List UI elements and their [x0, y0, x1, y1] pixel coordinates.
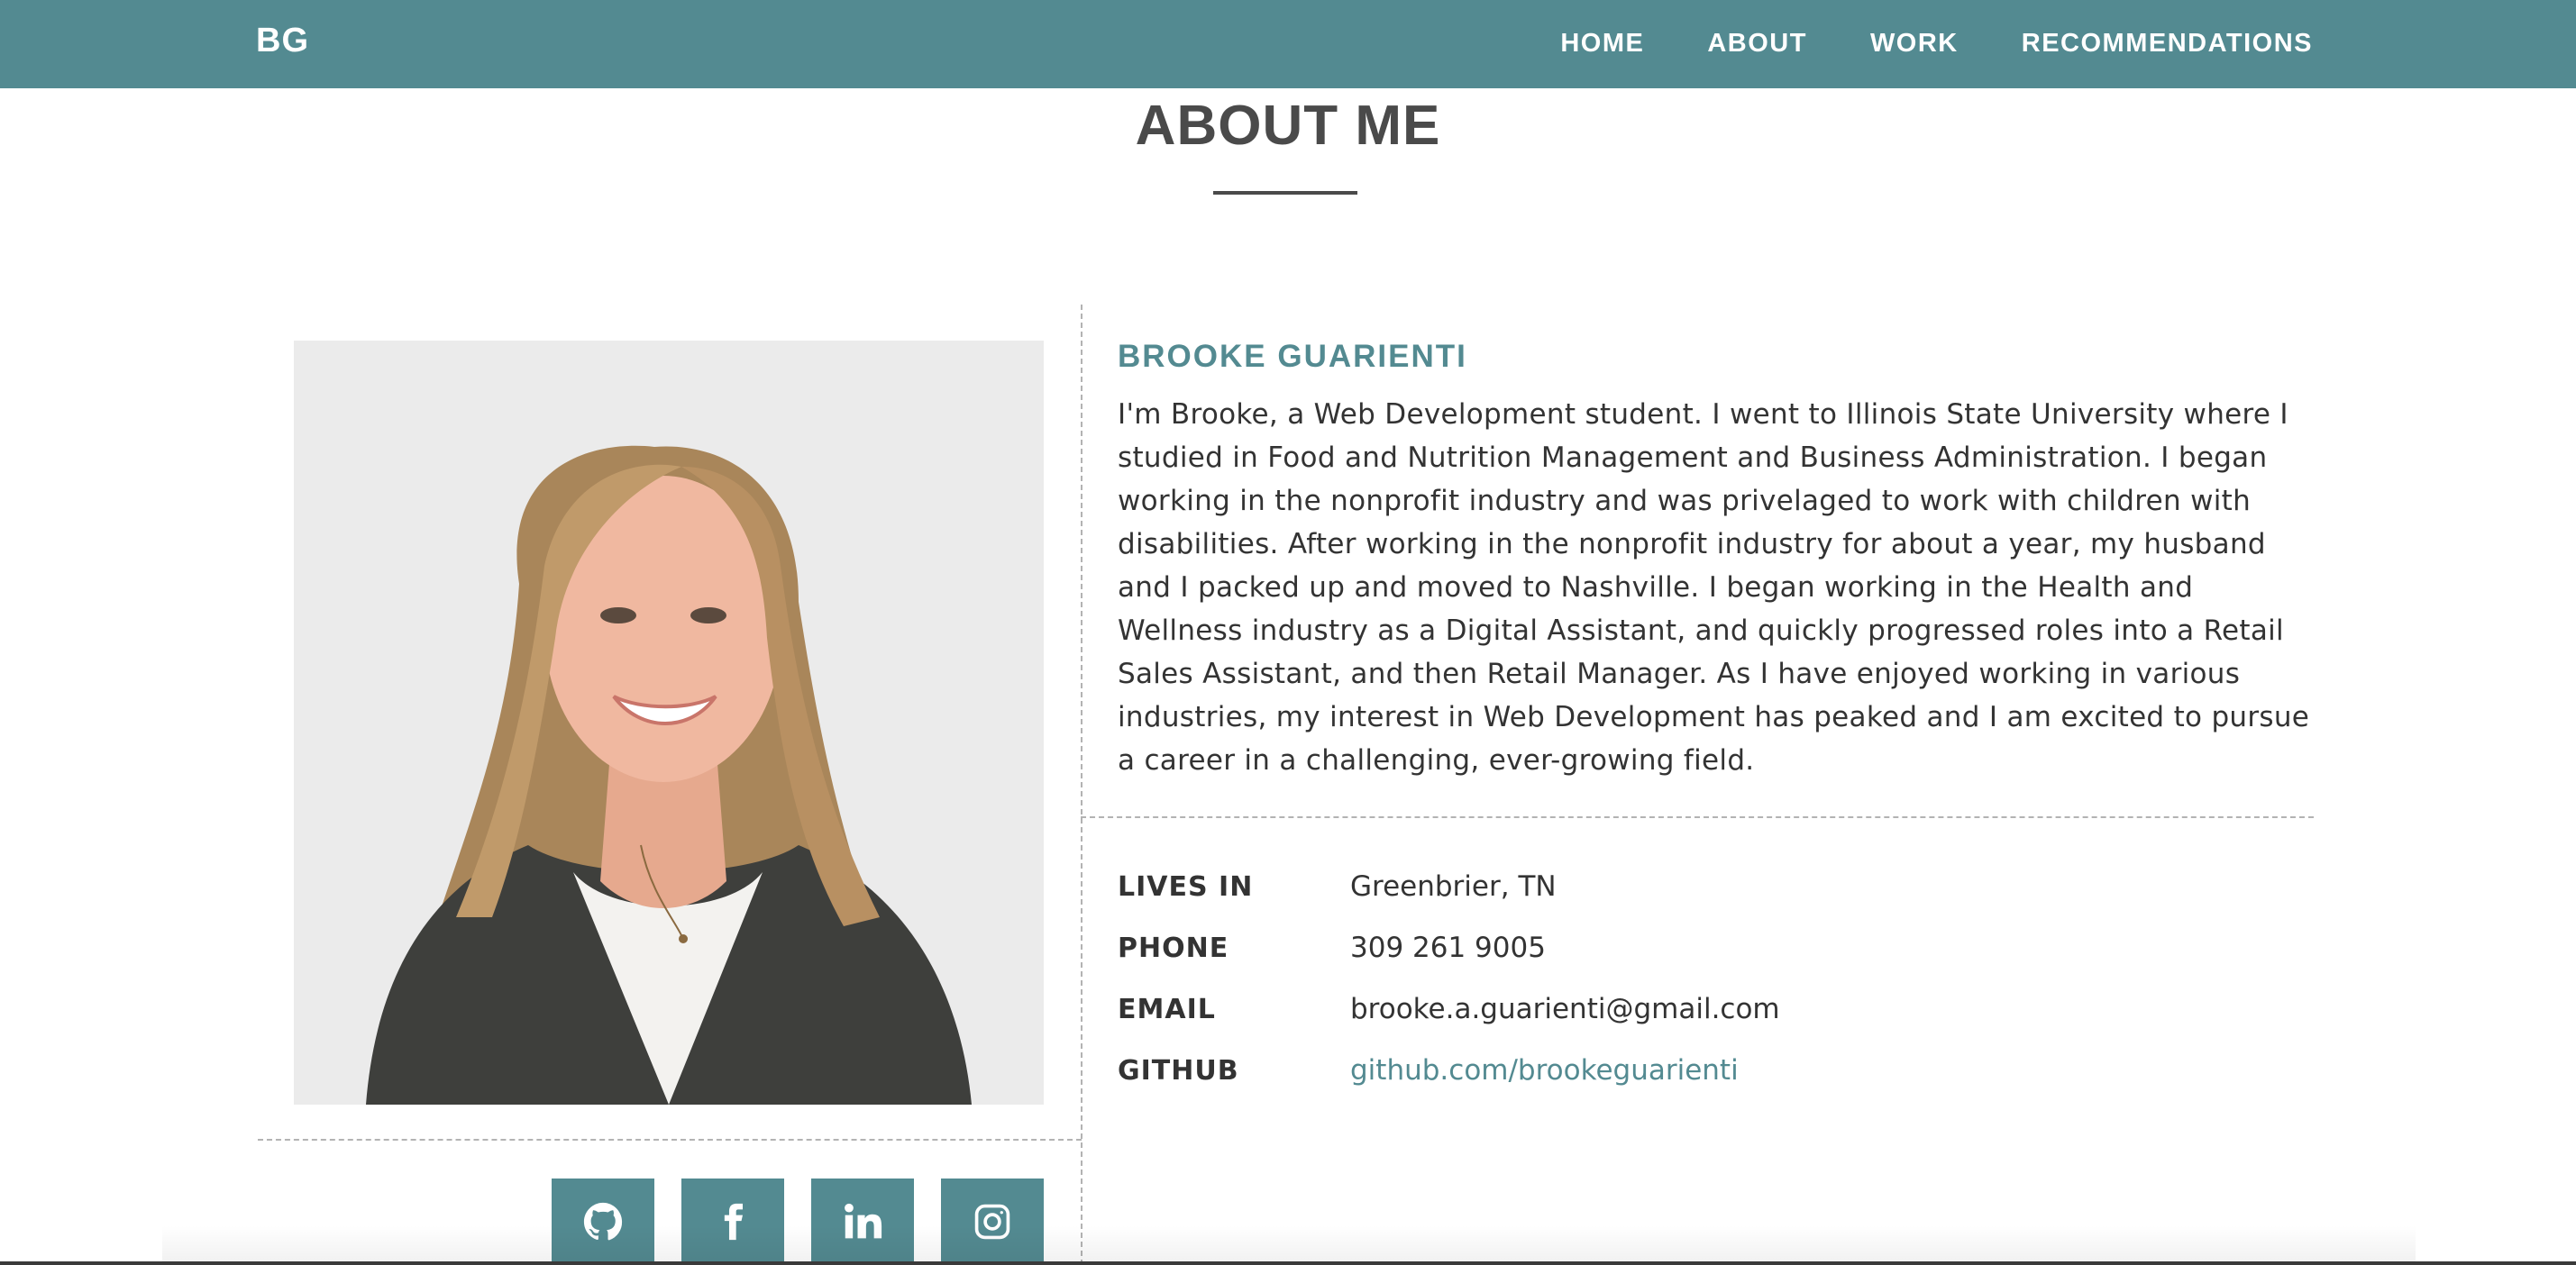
- photo-divider: [258, 1139, 1082, 1141]
- nav-link-about[interactable]: ABOUT: [1707, 29, 1807, 59]
- section-title: ABOUT ME: [1135, 95, 1441, 157]
- github-icon: [583, 1202, 623, 1241]
- contact-info: LIVES IN Greenbrier, TN PHONE 309 261 90…: [1118, 856, 1780, 1101]
- info-label: LIVES IN: [1118, 870, 1254, 903]
- linkedin-icon: [845, 1203, 882, 1239]
- bottom-edge: [0, 1261, 2576, 1265]
- github-link[interactable]: github.com/brookeguarienti: [1350, 1054, 1739, 1087]
- vertical-divider: [1081, 305, 1082, 1265]
- info-row-lives-in: LIVES IN Greenbrier, TN: [1118, 856, 1780, 917]
- info-row-email: EMAIL brooke.a.guarienti@gmail.com: [1118, 978, 1780, 1040]
- social-links: [552, 1179, 1044, 1265]
- info-row-github: GITHUB github.com/brookeguarienti: [1118, 1040, 1780, 1101]
- instagram-button[interactable]: [941, 1179, 1044, 1265]
- facebook-button[interactable]: [681, 1179, 784, 1265]
- info-divider: [1081, 816, 2314, 818]
- navbar: BG HOME ABOUT WORK RECOMMENDATIONS: [0, 0, 2576, 88]
- profile-name: BROOKE GUARIENTI: [1118, 339, 1467, 374]
- brand-logo[interactable]: BG: [256, 22, 309, 60]
- linkedin-button[interactable]: [811, 1179, 914, 1265]
- info-label: PHONE: [1118, 932, 1229, 964]
- nav-link-recommendations[interactable]: RECOMMENDATIONS: [2022, 29, 2313, 59]
- title-underline: [1213, 191, 1357, 195]
- github-button[interactable]: [552, 1179, 654, 1265]
- profile-photo: [294, 341, 1044, 1105]
- nav-link-work[interactable]: WORK: [1870, 29, 1959, 59]
- info-value-email: brooke.a.guarienti@gmail.com: [1350, 993, 1780, 1025]
- info-value-location: Greenbrier, TN: [1350, 870, 1557, 903]
- instagram-icon: [974, 1204, 1010, 1240]
- facebook-icon: [724, 1203, 743, 1241]
- info-value-phone: 309 261 9005: [1350, 932, 1546, 964]
- info-label: EMAIL: [1118, 993, 1216, 1025]
- profile-bio: I'm Brooke, a Web Development student. I…: [1118, 398, 2310, 777]
- nav-links: HOME ABOUT WORK RECOMMENDATIONS: [1560, 29, 2313, 59]
- info-row-phone: PHONE 309 261 9005: [1118, 917, 1780, 978]
- nav-link-home[interactable]: HOME: [1560, 29, 1644, 59]
- info-label: GITHUB: [1118, 1054, 1239, 1087]
- footer-shadow: [162, 1225, 2416, 1265]
